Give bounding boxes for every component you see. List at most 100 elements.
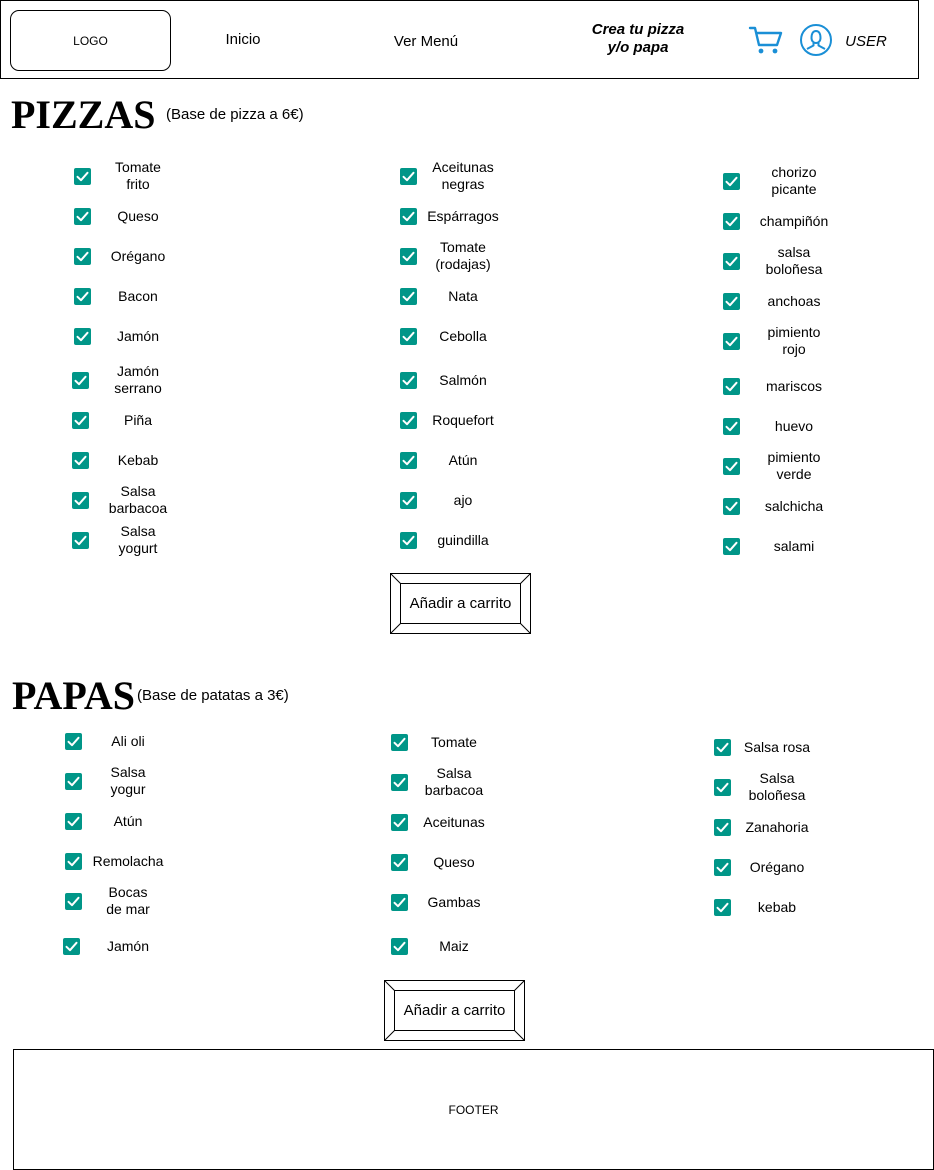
pizzas-option-checkbox[interactable] <box>400 167 417 185</box>
papas-option-checkbox[interactable] <box>391 853 408 871</box>
pizzas-option-checkbox[interactable] <box>723 292 740 310</box>
pizzas-option[interactable]: Roquefort <box>400 403 509 437</box>
papas-option-checkbox[interactable] <box>391 893 408 911</box>
pizzas-option-checkbox[interactable] <box>723 537 740 555</box>
pizzas-option-checkbox[interactable] <box>400 371 417 389</box>
pizzas-option-checkbox[interactable] <box>400 531 417 549</box>
papas-add-to-cart-button[interactable]: Añadir a carrito <box>384 980 525 1041</box>
pizzas-option-checkbox[interactable] <box>723 332 740 350</box>
pizzas-option[interactable]: Cebolla <box>400 319 509 353</box>
papas-option-checkbox[interactable] <box>391 773 408 791</box>
pizzas-option-checkbox[interactable] <box>74 207 91 225</box>
pizzas-option-checkbox[interactable] <box>400 327 417 345</box>
papas-option-checkbox[interactable] <box>391 733 408 751</box>
pizzas-option-checkbox[interactable] <box>723 497 740 515</box>
papas-option[interactable]: Salsa yogur <box>65 764 174 798</box>
pizzas-option[interactable]: Piña <box>72 403 182 437</box>
pizzas-option[interactable]: Salsa barbacoa <box>72 483 182 517</box>
nav-crea-tu-pizza-link[interactable]: Crea tu pizza y/o papa <box>580 20 696 58</box>
pizzas-option[interactable]: ajo <box>400 483 509 517</box>
pizzas-option[interactable]: Jamón serrano <box>72 363 182 397</box>
papas-option[interactable]: Zanahoria <box>714 810 823 844</box>
pizzas-option[interactable]: guindilla <box>400 523 509 557</box>
papas-option[interactable]: Salsa boloñesa <box>714 770 823 804</box>
papas-option[interactable]: Salsa rosa <box>714 730 823 764</box>
papas-option[interactable]: kebab <box>714 890 823 924</box>
pizzas-option-checkbox[interactable] <box>400 451 417 469</box>
pizzas-option-checkbox[interactable] <box>74 287 91 305</box>
papas-option-checkbox[interactable] <box>65 892 82 910</box>
pizzas-option[interactable]: huevo <box>723 409 848 443</box>
pizzas-option[interactable]: Tomate (rodajas) <box>400 239 509 273</box>
pizzas-option[interactable]: Orégano <box>74 239 182 273</box>
cart-icon[interactable] <box>748 24 784 56</box>
pizzas-option-checkbox[interactable] <box>723 252 740 270</box>
pizzas-option[interactable]: Salmón <box>400 363 509 397</box>
pizzas-option-checkbox[interactable] <box>72 371 89 389</box>
nav-ver-menu-link[interactable]: Ver Menú <box>386 31 466 51</box>
papas-option-checkbox[interactable] <box>65 732 82 750</box>
pizzas-option-checkbox[interactable] <box>72 411 89 429</box>
pizzas-option[interactable]: anchoas <box>723 284 848 318</box>
pizzas-option[interactable]: salchicha <box>723 489 848 523</box>
papas-option-checkbox[interactable] <box>65 772 82 790</box>
pizzas-option[interactable]: Espárragos <box>400 199 509 233</box>
papas-option-checkbox[interactable] <box>714 858 731 876</box>
pizzas-option[interactable]: Salsa yogurt <box>72 523 182 557</box>
pizzas-option-checkbox[interactable] <box>400 287 417 305</box>
nav-inicio-link[interactable]: Inicio <box>213 29 273 49</box>
papas-option-checkbox[interactable] <box>714 778 731 796</box>
pizzas-option-checkbox[interactable] <box>723 212 740 230</box>
pizzas-option[interactable]: Tomate frito <box>74 159 182 193</box>
pizzas-option[interactable]: salami <box>723 529 848 563</box>
papas-option[interactable]: Tomate <box>391 725 500 759</box>
papas-option-checkbox[interactable] <box>714 738 731 756</box>
pizzas-option[interactable]: chorizo picante <box>723 164 848 198</box>
papas-option[interactable]: Jamón <box>63 929 174 963</box>
pizzas-option-checkbox[interactable] <box>400 491 417 509</box>
pizzas-option[interactable]: Aceitunas negras <box>400 159 509 193</box>
papas-option-checkbox[interactable] <box>391 937 408 955</box>
pizzas-option[interactable]: Bacon <box>74 279 182 313</box>
pizzas-option-checkbox[interactable] <box>400 207 417 225</box>
pizzas-option[interactable]: champiñón <box>723 204 848 238</box>
pizzas-option[interactable]: mariscos <box>723 369 848 403</box>
pizzas-option-checkbox[interactable] <box>400 411 417 429</box>
papas-option-checkbox[interactable] <box>714 898 731 916</box>
papas-option[interactable]: Bocas de mar <box>65 884 174 918</box>
papas-option-checkbox[interactable] <box>65 852 82 870</box>
pizzas-option[interactable]: Atún <box>400 443 509 477</box>
pizzas-option-checkbox[interactable] <box>723 457 740 475</box>
pizzas-option-checkbox[interactable] <box>72 491 89 509</box>
pizzas-option-checkbox[interactable] <box>723 417 740 435</box>
papas-option[interactable]: Gambas <box>391 885 500 919</box>
pizzas-option[interactable]: pimiento verde <box>723 449 848 483</box>
pizza-add-to-cart-button[interactable]: Añadir a carrito <box>390 573 531 634</box>
pizzas-option[interactable]: Queso <box>74 199 182 233</box>
papas-option-checkbox[interactable] <box>391 813 408 831</box>
papas-option[interactable]: Remolacha <box>65 844 174 878</box>
papas-option-checkbox[interactable] <box>63 937 80 955</box>
papas-option[interactable]: Atún <box>65 804 174 838</box>
user-menu-label[interactable]: USER <box>840 31 892 51</box>
pizzas-option-checkbox[interactable] <box>723 172 740 190</box>
pizzas-option-checkbox[interactable] <box>400 247 417 265</box>
pizzas-option-checkbox[interactable] <box>74 167 91 185</box>
pizzas-option-checkbox[interactable] <box>72 531 89 549</box>
user-icon[interactable] <box>799 23 833 57</box>
pizzas-option[interactable]: Kebab <box>72 443 182 477</box>
papas-option[interactable]: Salsa barbacoa <box>391 765 500 799</box>
logo[interactable]: LOGO <box>10 10 171 71</box>
pizzas-option[interactable]: pimiento rojo <box>723 324 848 358</box>
pizzas-option-checkbox[interactable] <box>72 451 89 469</box>
papas-option-checkbox[interactable] <box>65 812 82 830</box>
pizzas-option[interactable]: Nata <box>400 279 509 313</box>
pizzas-option[interactable]: salsa boloñesa <box>723 244 848 278</box>
papas-option[interactable]: Queso <box>391 845 500 879</box>
papas-option[interactable]: Aceitunas <box>391 805 500 839</box>
pizzas-option-checkbox[interactable] <box>723 377 740 395</box>
papas-option-checkbox[interactable] <box>714 818 731 836</box>
papas-option[interactable]: Ali oli <box>65 724 174 758</box>
pizzas-option-checkbox[interactable] <box>74 247 91 265</box>
papas-option[interactable]: Orégano <box>714 850 823 884</box>
